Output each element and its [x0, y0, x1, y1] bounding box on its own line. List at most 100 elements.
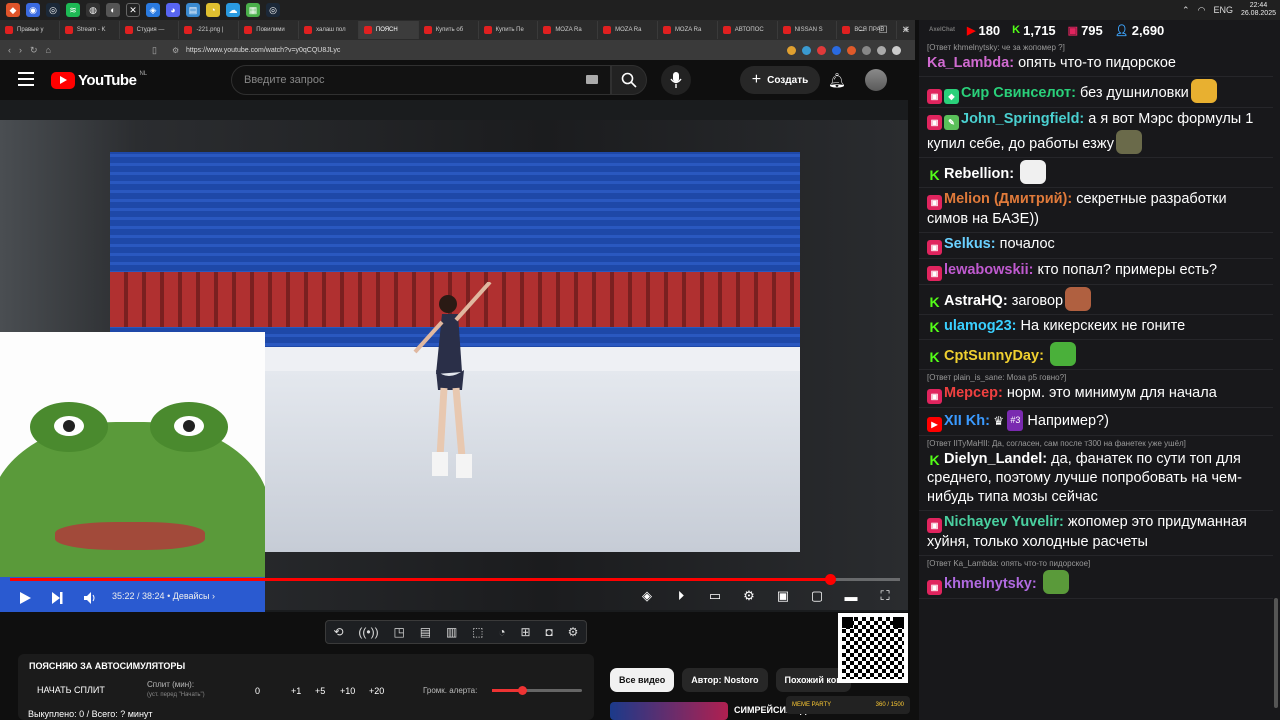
cinema-icon[interactable]: ▬ — [840, 587, 862, 605]
chat-username[interactable]: Сир Свинселот: — [961, 85, 1076, 101]
picture-in-picture-icon[interactable]: ◳ — [393, 625, 404, 639]
discord-icon[interactable]: ◕ — [166, 3, 180, 17]
add-20-button[interactable]: +20 — [369, 686, 384, 696]
chat-username[interactable]: Nichayev Yuvelir: — [944, 514, 1064, 530]
bookmark-icon[interactable]: ▯ — [152, 45, 157, 56]
settings-gear-icon[interactable]: ⚙ — [738, 587, 760, 605]
sponsor-shield-icon[interactable]: ◈ — [636, 587, 658, 605]
browser-tab[interactable]: Студия — — [120, 21, 180, 39]
scrubber-handle[interactable] — [824, 574, 836, 585]
site-info-icon[interactable]: ⚙ — [172, 46, 179, 55]
create-button[interactable]: + Создать — [740, 66, 820, 94]
media-icon[interactable]: ◉ — [26, 3, 40, 17]
extension-icon[interactable] — [802, 45, 811, 55]
chip-author[interactable]: Автор: Nostoro — [682, 668, 768, 692]
forward-icon[interactable]: › — [19, 45, 22, 56]
chat-username[interactable]: lewabowskii: — [944, 262, 1033, 278]
chip-all-videos[interactable]: Все видео — [610, 668, 675, 692]
steam-icon[interactable]: ◎ — [46, 3, 60, 17]
video-player[interactable] — [0, 100, 908, 612]
keyboard-icon[interactable] — [586, 75, 598, 84]
brave-icon[interactable]: ◆ — [6, 3, 20, 17]
chat-username[interactable]: Rebellion: — [944, 166, 1014, 182]
search-button[interactable] — [611, 65, 647, 95]
browser-tab[interactable]: NISSAN S — [778, 21, 838, 39]
chat-username[interactable]: John_Springfield: — [961, 111, 1084, 127]
film-strip-icon[interactable]: ▥ — [446, 625, 457, 639]
chat-username[interactable]: Ka_Lambda: — [927, 55, 1014, 71]
ticket-icon[interactable]: ▤ — [186, 3, 200, 17]
youtube-logo[interactable]: YouTube NL — [51, 71, 147, 89]
speed-gauge-icon[interactable]: ◔ — [498, 625, 505, 639]
add-5-button[interactable]: +5 — [315, 686, 325, 696]
browser-tab[interactable]: Повилими — [239, 21, 300, 39]
fullscreen-icon[interactable]: ⛶ — [874, 587, 896, 605]
browser-tab[interactable]: Stream - K — [60, 21, 120, 39]
miniplayer-icon[interactable]: ▣ — [772, 587, 794, 605]
cloud-icon[interactable]: ☁ — [226, 3, 240, 17]
reload-icon[interactable]: ↻ — [30, 45, 38, 56]
add-10-button[interactable]: +10 — [340, 686, 355, 696]
spotify-icon[interactable]: ≋ — [66, 3, 80, 17]
add-1-button[interactable]: +1 — [291, 686, 301, 696]
related-video-thumbnail[interactable] — [610, 702, 728, 720]
chat-username[interactable]: CptSunnyDay: — [944, 348, 1044, 364]
slider-handle[interactable] — [517, 686, 527, 695]
close-icon[interactable]: ✕ — [902, 25, 910, 36]
notifications-bell-icon[interactable]: 🔔︎ — [828, 72, 846, 89]
chat-username[interactable]: XII Kh: — [944, 413, 990, 429]
browser-icon[interactable]: ◐ — [106, 3, 120, 17]
autoplay-toggle-icon[interactable]: ⏵ — [670, 587, 692, 605]
search-input[interactable]: Введите запрос — [231, 65, 611, 95]
browser-tab[interactable]: АВТОПОС — [718, 21, 778, 39]
wifi-icon[interactable]: ◠ — [1198, 5, 1206, 16]
extension-icon[interactable] — [817, 45, 826, 55]
loop-icon[interactable]: ⟲ — [333, 625, 343, 639]
chat-username[interactable]: Selkus: — [944, 236, 996, 252]
chat-username[interactable]: Мерсер: — [944, 385, 1003, 401]
chat-scrollbar[interactable] — [1274, 598, 1278, 708]
theater-mode-icon[interactable]: ▢ — [806, 587, 828, 605]
language-indicator[interactable]: ENG — [1213, 5, 1233, 15]
url-field[interactable]: https://www.youtube.com/watch?v=y0qCQU8J… — [186, 47, 340, 54]
voice-search-button[interactable] — [661, 65, 691, 95]
chat-username[interactable]: Dielyn_Landel: — [944, 451, 1047, 467]
crop-icon[interactable]: ⬚ — [472, 625, 483, 639]
split-value[interactable]: 0 — [255, 686, 260, 696]
browser-tab[interactable]: Купить об — [419, 21, 479, 39]
app-icon[interactable]: ◈ — [146, 3, 160, 17]
steam2-icon[interactable]: ◎ — [266, 3, 280, 17]
extension-icon[interactable] — [787, 45, 796, 55]
add-box-icon[interactable]: ⊞ — [521, 625, 531, 639]
chevron-up-icon[interactable]: ⌃ — [1182, 5, 1190, 16]
x-icon[interactable]: ✕ — [126, 3, 140, 17]
extension-icon[interactable] — [862, 45, 871, 55]
extension-icon[interactable] — [832, 45, 841, 55]
minimize-icon[interactable]: – — [859, 25, 865, 36]
chrome-icon[interactable]: ◔ — [206, 3, 220, 17]
browser-tab[interactable]: MOZA Ra — [598, 21, 658, 39]
browser-tab[interactable]: -221.png | — [179, 21, 240, 39]
browser-tab[interactable]: халаш пол — [299, 21, 359, 39]
menu-icon[interactable] — [892, 45, 901, 55]
camera-icon[interactable]: ◘ — [546, 625, 553, 639]
broadcast-icon[interactable]: ((•)) — [358, 625, 378, 639]
play-button[interactable] — [18, 588, 32, 608]
clock[interactable]: 22:44 26.08.2025 — [1241, 2, 1276, 18]
browser-tab[interactable]: Купить Пе — [479, 21, 539, 39]
volume-button[interactable] — [83, 588, 97, 608]
progress-bar[interactable] — [10, 574, 900, 585]
start-split-button[interactable]: НАЧАТЬ СПЛИТ — [37, 685, 105, 695]
back-icon[interactable]: ‹ — [8, 45, 11, 56]
browser-tab[interactable]: MOZA Ra — [538, 21, 599, 39]
maximize-icon[interactable]: ☐ — [879, 25, 888, 36]
home-icon[interactable]: ⌂ — [46, 45, 51, 56]
chapter-title[interactable]: Девайсы — [173, 591, 210, 601]
avatar[interactable] — [865, 69, 887, 91]
chat-username[interactable]: ulamog23: — [944, 318, 1017, 334]
obs-icon[interactable]: ◍ — [86, 3, 100, 17]
app2-icon[interactable]: ▦ — [246, 3, 260, 17]
puzzle-icon[interactable] — [877, 45, 886, 55]
clapper-icon[interactable]: ▤ — [420, 625, 431, 639]
chat-username[interactable]: AstraHQ: — [944, 293, 1008, 309]
